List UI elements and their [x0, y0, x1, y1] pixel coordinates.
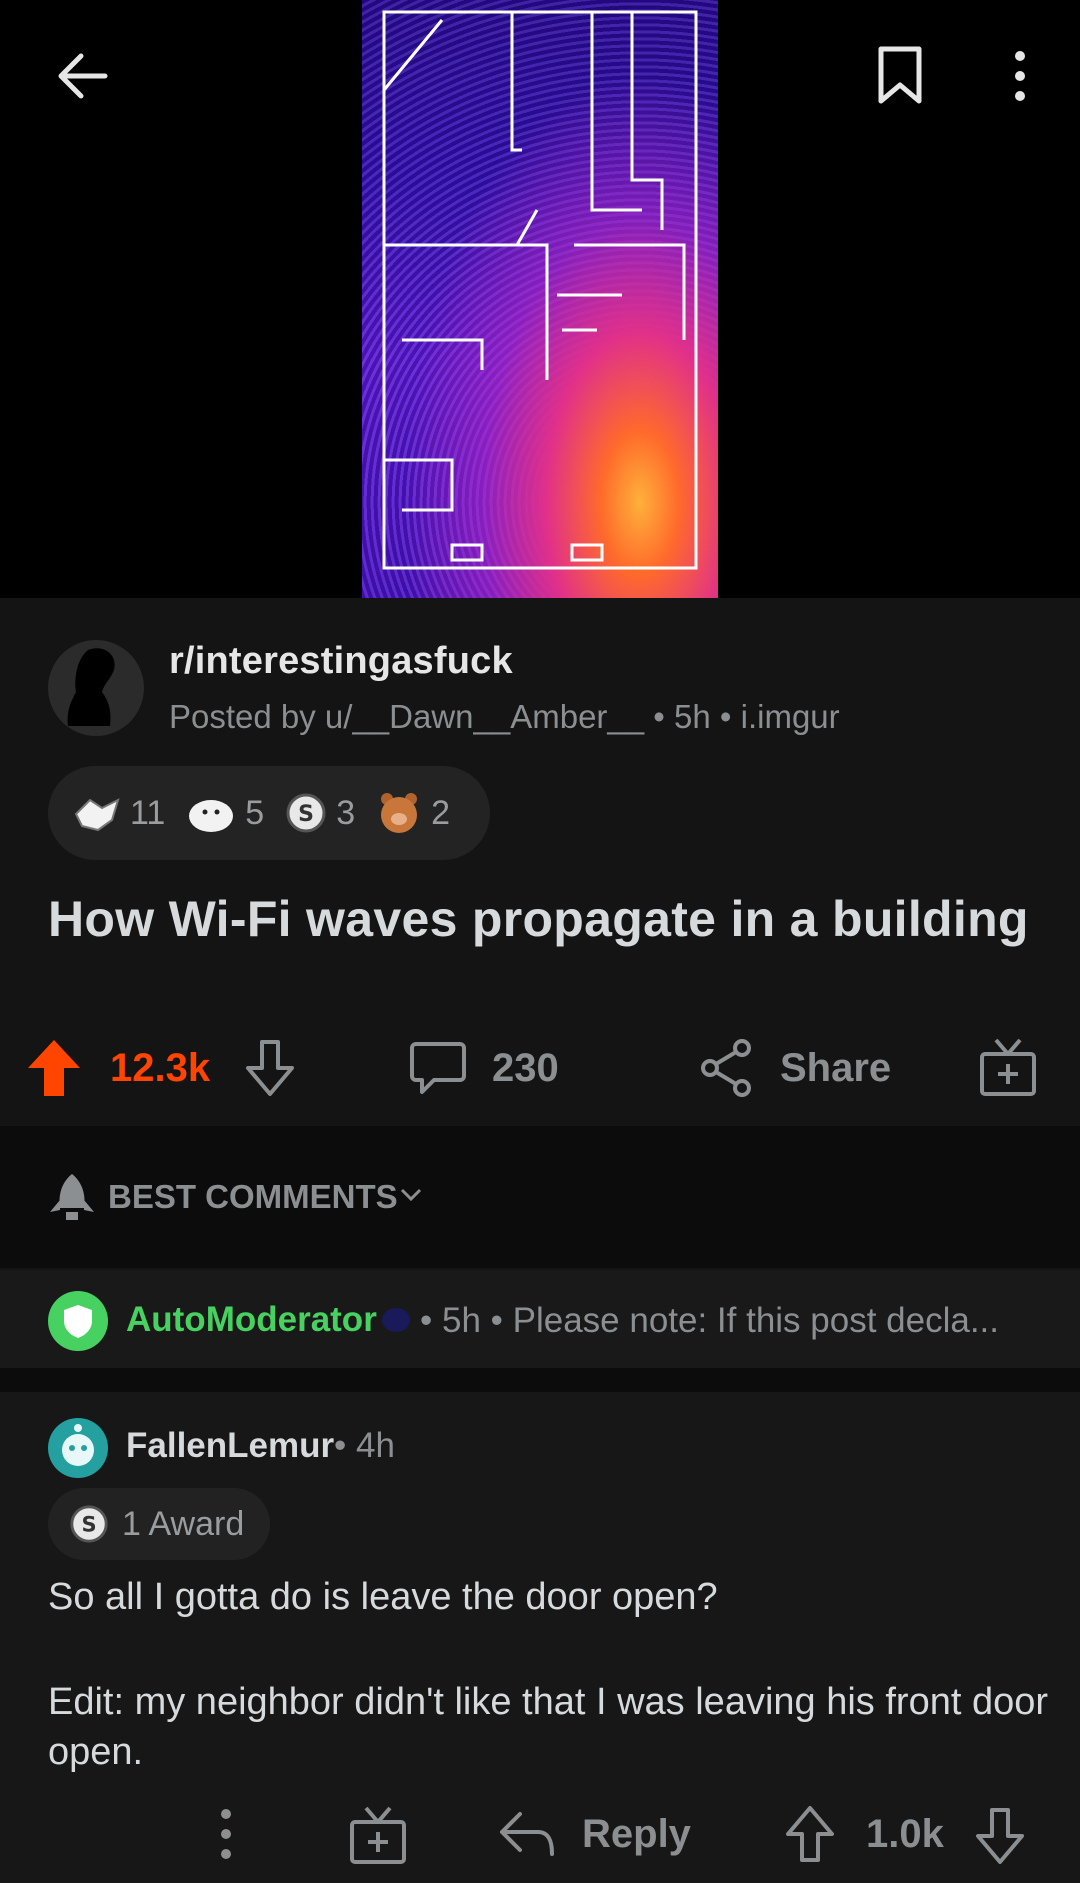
reply-arrow-icon[interactable] [498, 1808, 556, 1860]
arrow-left-icon [58, 53, 108, 99]
upvote-arrow-icon[interactable] [782, 1804, 838, 1864]
comment-vote-count: 1.0k [866, 1812, 944, 1856]
automod-username[interactable]: AutoModerator [126, 1300, 377, 1340]
share-label[interactable]: Share [780, 1046, 891, 1091]
post-meta: Posted by u/__Dawn__Amber__ • 5h • i.img… [169, 698, 840, 735]
comment-text: So all I gotta do is leave the door open… [48, 1576, 718, 1618]
comment-separator [0, 1368, 1080, 1392]
silver-coin-icon: S [70, 1505, 108, 1543]
comment-sort-bar[interactable]: BEST COMMENTS [0, 1126, 1080, 1268]
downvote-arrow-icon [246, 1040, 294, 1096]
flair-icon [382, 1308, 410, 1332]
gift-icon [980, 1038, 1036, 1096]
downvote-button[interactable] [242, 1038, 298, 1103]
silver-coin-icon: S [286, 793, 326, 833]
award-silver: S 3 [284, 791, 355, 835]
mod-avatar [48, 1291, 108, 1351]
svg-text:S: S [298, 802, 314, 827]
snoo-avatar-icon [62, 1424, 94, 1466]
comment-body: So all I gotta do is leave the door open… [48, 1572, 1058, 1777]
subreddit-avatar[interactable] [48, 640, 144, 736]
sort-label[interactable]: BEST COMMENTS [108, 1178, 398, 1216]
post-actions: 12.3k 230 Share [0, 1020, 1080, 1118]
award-wholesome: 11 [72, 790, 165, 836]
share-icon [701, 1039, 751, 1097]
save-button[interactable] [862, 38, 938, 114]
downvote-arrow-icon[interactable] [972, 1806, 1028, 1866]
bear-hug-icon [381, 793, 418, 833]
rocket-icon [50, 1174, 94, 1220]
comment-bubble-icon [410, 1042, 466, 1094]
award-button[interactable] [978, 1036, 1038, 1103]
reply-label[interactable]: Reply [582, 1812, 691, 1857]
award-bear: 2 [375, 789, 450, 837]
comment-edit-text: Edit: my neighbor didn't like that I was… [48, 1681, 1049, 1773]
svg-text:S: S [81, 1513, 96, 1537]
user-avatar[interactable] [48, 1418, 108, 1478]
comment-username[interactable]: FallenLemur [126, 1426, 334, 1466]
seal-icon [189, 800, 234, 832]
shield-icon [64, 1305, 92, 1338]
more-options-button[interactable] [982, 38, 1058, 114]
comment-actions: Reply 1.0k [0, 1804, 1080, 1874]
subreddit-name[interactable]: r/interestingasfuck [169, 640, 513, 683]
share-button[interactable] [698, 1038, 754, 1103]
award-seal: 5 [185, 790, 264, 836]
post-title: How Wi-Fi waves propagate in a building [48, 891, 1029, 947]
vote-count: 12.3k [110, 1046, 211, 1090]
comment-time: • 4h [334, 1426, 395, 1465]
post-awards[interactable]: 11 5 S 3 2 [48, 766, 491, 860]
comment-count[interactable]: 230 [492, 1046, 559, 1091]
wholesome-handshake-icon [74, 798, 120, 832]
upvote-arrow-icon [28, 1040, 80, 1096]
thinker-icon [67, 648, 115, 726]
upvote-button[interactable] [26, 1038, 82, 1103]
post-header: r/interestingasfuck Posted by u/__Dawn__… [48, 640, 1048, 740]
comment: FallenLemur • 4h S 1 Award So all I gott… [0, 1392, 1080, 1883]
bookmark-icon [878, 46, 922, 104]
automod-comment-collapsed[interactable]: AutoModerator • 5h • Please note: If thi… [0, 1270, 1080, 1368]
comments-button[interactable] [408, 1040, 468, 1103]
more-vertical-icon[interactable] [216, 1806, 236, 1862]
more-vertical-icon [1015, 51, 1025, 101]
floorplan-overlay [382, 10, 698, 570]
comment-awards[interactable]: S 1 Award [48, 1488, 271, 1560]
award-count-label: 1 Award [122, 1504, 245, 1543]
automod-meta: • 5h • Please note: If this post decla..… [420, 1301, 1000, 1340]
back-button[interactable] [45, 38, 121, 114]
chevron-down-icon [400, 1188, 422, 1202]
gift-icon[interactable] [348, 1804, 408, 1866]
